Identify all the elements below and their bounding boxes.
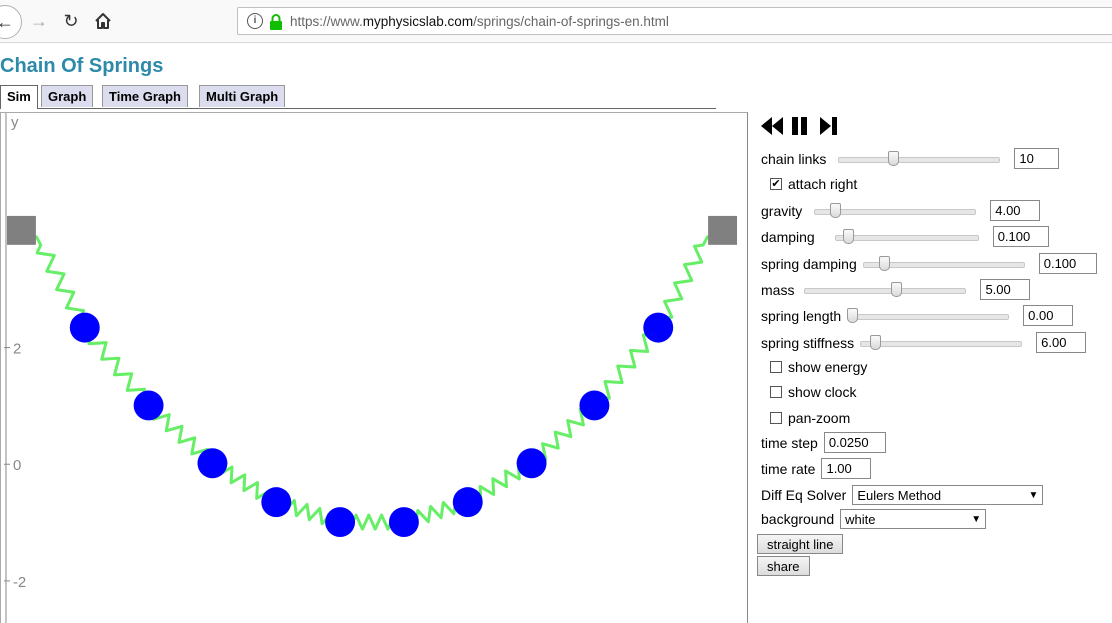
chain-links-control: chain links 10	[761, 148, 1060, 169]
chevron-down-icon: ▼	[1028, 489, 1039, 501]
y-tick-label: -2	[13, 574, 26, 591]
mass-ball[interactable]	[388, 507, 419, 538]
y-tick-label: 0	[13, 457, 21, 474]
control-panel: chain links 10 ✔ attach right gravity 4.…	[757, 112, 1112, 623]
reload-icon[interactable]: ↻	[58, 8, 84, 34]
mass-ball[interactable]	[261, 487, 292, 518]
show-energy-checkbox[interactable]	[770, 361, 782, 373]
spring-damping-slider[interactable]	[862, 255, 1025, 272]
url-text: https://www.myphysicslab.com/springs/cha…	[290, 14, 669, 29]
spring-stiffness-slider[interactable]	[860, 334, 1023, 351]
mass-ball[interactable]	[643, 312, 674, 343]
home-icon[interactable]	[90, 8, 116, 34]
tab-time-graph[interactable]: Time Graph	[102, 85, 189, 107]
pause-icon[interactable]	[792, 117, 807, 135]
tab-bar: Sim Graph Time Graph Multi Graph	[0, 85, 716, 109]
address-bar[interactable]: i https://www.myphysicslab.com/springs/c…	[237, 7, 1112, 35]
step-icon[interactable]	[820, 117, 837, 135]
mass-ball[interactable]	[133, 390, 164, 421]
page-title: Chain Of Springs	[0, 55, 164, 77]
gravity-control: gravity 4.00	[761, 200, 1041, 221]
spring-stiffness-input[interactable]: 6.00	[1036, 332, 1087, 353]
y-axis-label: y	[11, 114, 19, 131]
spring	[34, 235, 87, 329]
mass-input[interactable]: 5.00	[980, 279, 1031, 300]
springs-layer	[34, 235, 710, 531]
chain-links-slider[interactable]	[838, 150, 1001, 167]
time-step-control: time step 0.0250	[761, 432, 886, 453]
pan-zoom-control[interactable]: pan-zoom	[770, 410, 850, 426]
show-clock-control[interactable]: show clock	[770, 384, 856, 400]
mass-ball[interactable]	[452, 487, 483, 518]
mass-ball[interactable]	[516, 448, 547, 479]
diff-eq-solver-select[interactable]: Eulers Method ▼	[852, 485, 1044, 505]
spring-length-input[interactable]: 0.00	[1023, 305, 1074, 326]
info-icon[interactable]: i	[247, 13, 263, 29]
tab-multi-graph[interactable]: Multi Graph	[199, 85, 286, 107]
playback-controls	[759, 114, 869, 138]
damping-control: damping 0.100	[761, 226, 1049, 247]
gravity-input[interactable]: 4.00	[990, 200, 1041, 221]
time-rate-input[interactable]: 1.00	[821, 458, 872, 479]
damping-input[interactable]: 0.100	[992, 226, 1049, 247]
pan-zoom-checkbox[interactable]	[770, 412, 782, 424]
spring-damping-input[interactable]: 0.100	[1038, 253, 1097, 274]
mass-ball[interactable]	[197, 448, 228, 479]
attach-right-control[interactable]: ✔ attach right	[770, 176, 857, 192]
spring-stiffness-control: spring stiffness 6.00	[761, 332, 1087, 353]
straight-line-button[interactable]: straight line	[757, 534, 844, 554]
tab-graph[interactable]: Graph	[41, 85, 94, 107]
mass-ball[interactable]	[69, 312, 100, 343]
show-energy-control[interactable]: show energy	[770, 359, 867, 375]
diff-eq-solver-control: Diff Eq Solver Eulers Method ▼	[761, 485, 1044, 505]
spring-damping-control: spring damping 0.100	[761, 253, 1097, 274]
mass-ball[interactable]	[579, 390, 610, 421]
spring	[83, 326, 150, 407]
background-control: background white ▼	[761, 509, 987, 529]
share-button[interactable]: share	[757, 556, 810, 576]
tab-sim[interactable]: Sim	[0, 85, 38, 109]
time-rate-control: time rate 1.00	[761, 458, 872, 479]
simulation-canvas[interactable]: y 2 0 -2	[0, 112, 748, 623]
spring-length-slider[interactable]	[847, 307, 1010, 324]
lock-icon[interactable]	[269, 14, 283, 35]
mass-ball[interactable]	[325, 507, 356, 538]
chevron-down-icon: ▼	[971, 513, 982, 525]
right-anchor[interactable]	[708, 215, 738, 245]
damping-slider[interactable]	[834, 228, 979, 245]
mass-slider[interactable]	[804, 281, 967, 298]
browser-toolbar: ← → ↻ i https://www.myphysicslab.com/spr…	[0, 0, 1112, 43]
background-select[interactable]: white ▼	[840, 509, 987, 529]
left-anchor[interactable]	[6, 215, 36, 245]
attach-right-checkbox[interactable]: ✔	[770, 178, 782, 190]
rewind-icon[interactable]	[761, 117, 783, 135]
spring-length-control: spring length 0.00	[761, 305, 1074, 326]
time-step-input[interactable]: 0.0250	[823, 432, 886, 453]
chain-links-input[interactable]: 10	[1014, 148, 1060, 169]
mass-control: mass 5.00	[761, 279, 1031, 300]
back-arrow-icon[interactable]: ←	[0, 5, 22, 39]
show-clock-checkbox[interactable]	[770, 386, 782, 398]
spring	[593, 326, 660, 407]
forward-arrow-icon[interactable]: →	[26, 8, 52, 34]
y-tick-label: 2	[13, 341, 21, 358]
gravity-slider[interactable]	[814, 202, 977, 219]
spring	[656, 235, 710, 329]
